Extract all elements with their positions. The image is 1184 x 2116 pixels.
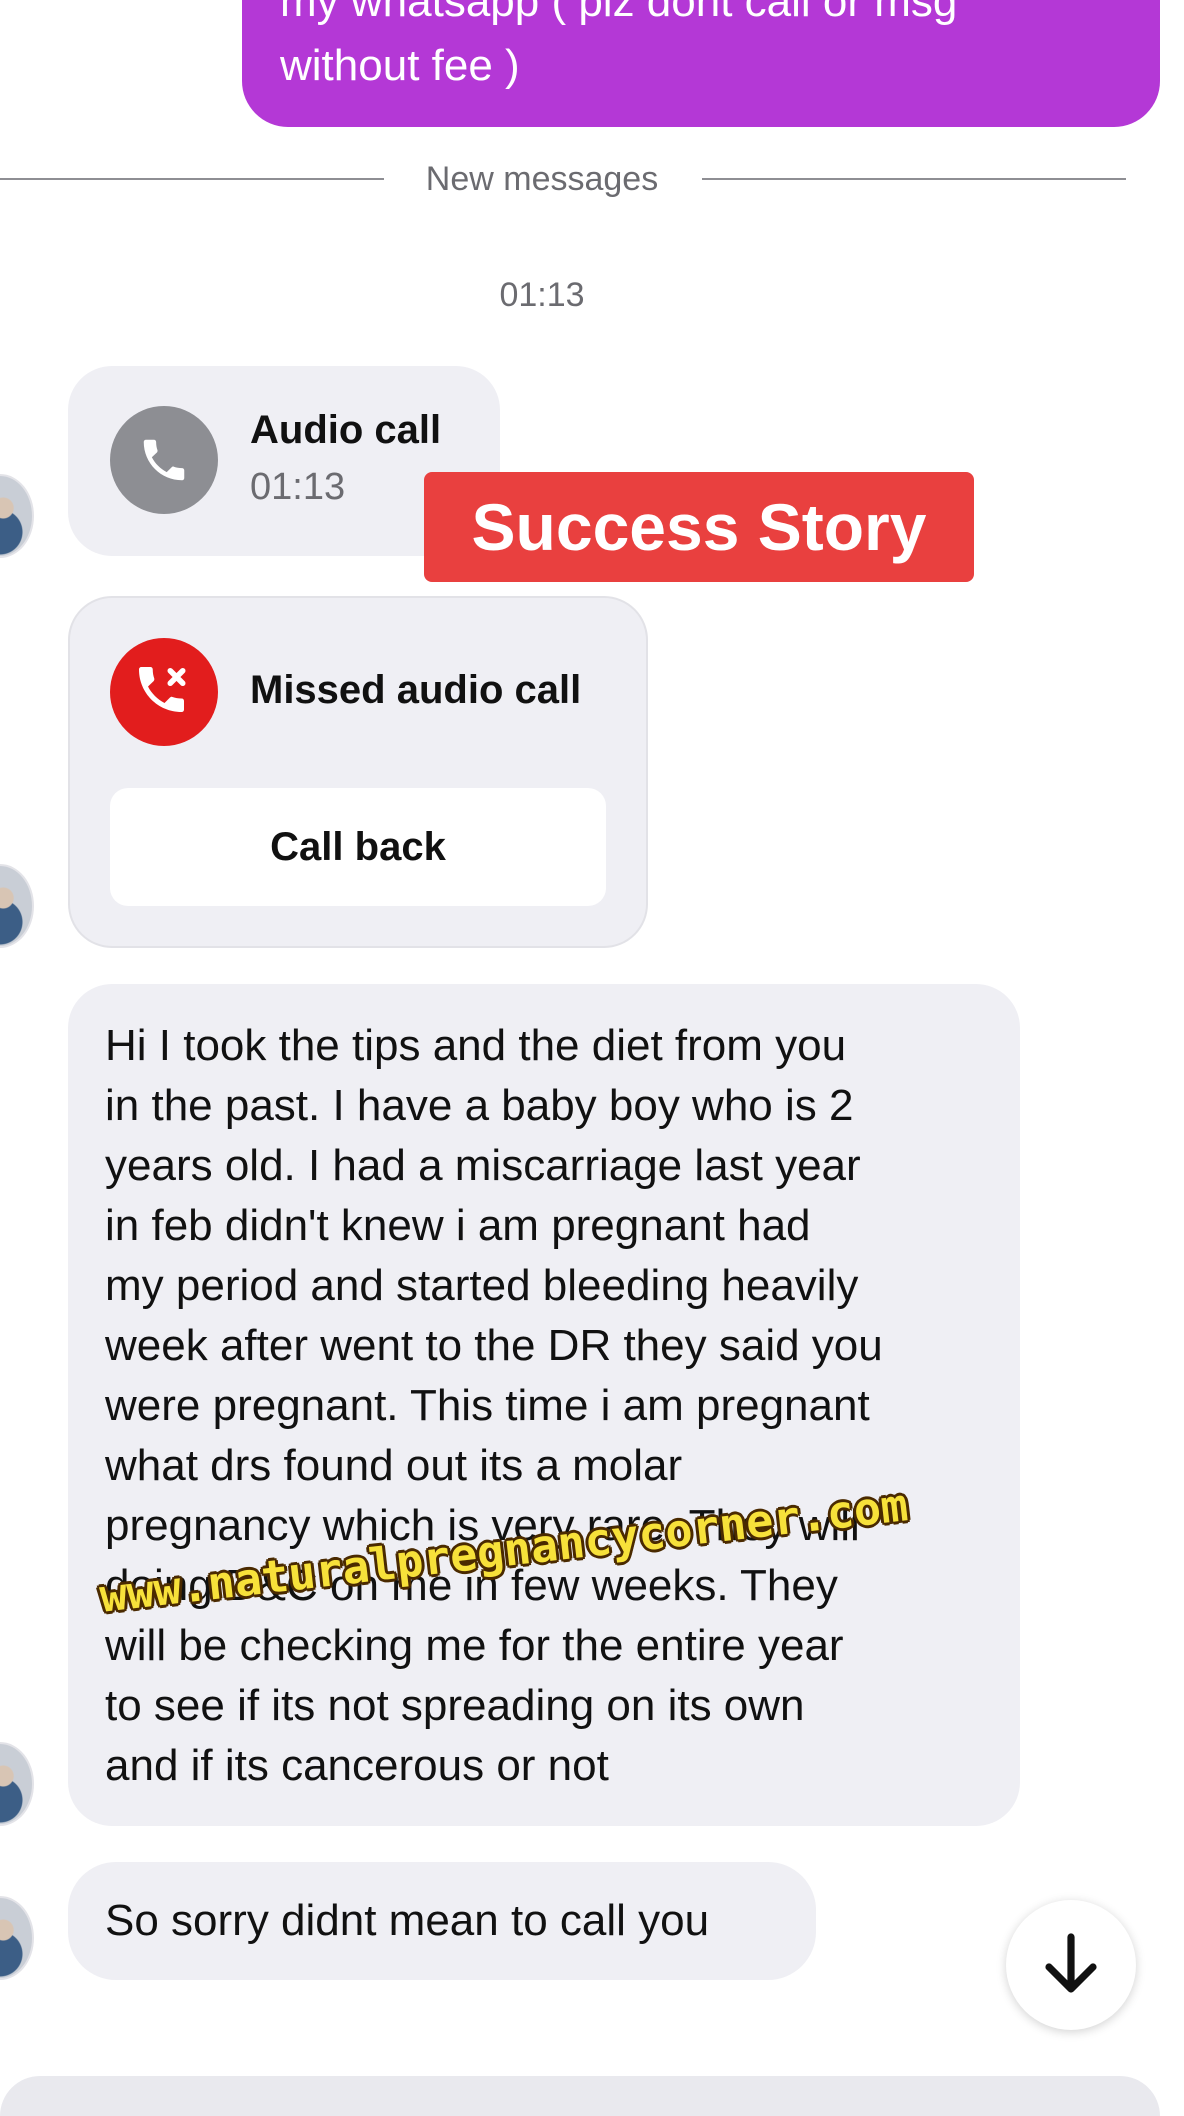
divider-line-left: [0, 178, 384, 180]
new-messages-divider: New messages: [425, 160, 659, 198]
sender-avatar[interactable]: [0, 1896, 34, 1980]
arrow-down-icon: [1045, 1933, 1097, 1993]
sender-avatar[interactable]: [0, 1742, 34, 1826]
incoming-message-bubble[interactable]: Hi I took the tips and the diet from you…: [68, 984, 1020, 1826]
message-line: and if its cancerous or not: [105, 1741, 609, 1790]
message-line: Hi I took the tips and the diet from you: [105, 1021, 847, 1070]
outgoing-message-line: without fee ): [280, 41, 520, 90]
sender-avatar[interactable]: [0, 864, 34, 948]
missed-call-card[interactable]: Missed audio call Call back: [68, 596, 648, 948]
incoming-message-bubble[interactable]: So sorry didnt mean to call you: [68, 1862, 816, 1980]
audio-call-duration: 01:13: [250, 466, 346, 508]
call-back-button[interactable]: Call back: [110, 788, 606, 906]
message-text: So sorry didnt mean to call you: [105, 1896, 710, 1945]
phone-icon: [110, 406, 218, 514]
message-line: to see if its not spreading on its own: [105, 1681, 805, 1730]
audio-call-title: Audio call: [250, 408, 442, 452]
scroll-to-bottom-button[interactable]: [1006, 1900, 1136, 2030]
outgoing-message-bubble[interactable]: my whatsapp ( plz dont call or msg witho…: [242, 0, 1160, 127]
message-line: years old. I had a miscarriage last year: [105, 1141, 861, 1190]
outgoing-message-line: my whatsapp ( plz dont call or msg: [280, 0, 958, 26]
message-line: in the past. I have a baby boy who is 2: [105, 1081, 854, 1130]
success-story-banner: Success Story: [424, 472, 974, 582]
message-line: were pregnant. This time i am pregnant: [105, 1381, 870, 1430]
divider-line-right: [702, 178, 1126, 180]
sender-avatar[interactable]: [0, 474, 34, 558]
message-timestamp: 01:13: [499, 276, 585, 314]
message-line: what drs found out its a molar: [105, 1441, 683, 1490]
message-line: in feb didn't knew i am pregnant had: [105, 1201, 811, 1250]
message-line: will be checking me for the entire year: [105, 1621, 844, 1670]
missed-call-title: Missed audio call: [250, 668, 582, 712]
message-line: week after went to the DR they said you: [105, 1321, 883, 1370]
message-line: my period and started bleeding heavily: [105, 1261, 859, 1310]
composer-bar: [0, 2076, 1160, 2116]
missed-call-icon: [110, 638, 218, 746]
